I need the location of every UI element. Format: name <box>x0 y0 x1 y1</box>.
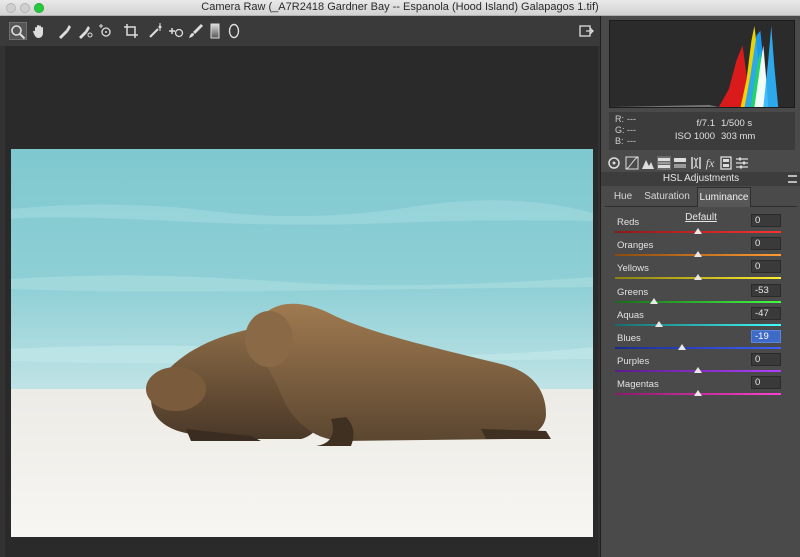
straighten-icon[interactable] <box>147 22 165 40</box>
aperture: f/7.1 <box>696 118 716 129</box>
slider-value-greens[interactable]: -53 <box>751 283 781 297</box>
r-value: --- <box>627 114 636 124</box>
panel-title: HSL Adjustments <box>662 173 740 184</box>
info-readout: R: --- G: --- B: --- f/7.1 1/500 s ISO 1000 3… <box>609 112 795 150</box>
slider-label-reds: Reds <box>617 217 640 228</box>
slider-thumb-purples[interactable] <box>694 367 702 374</box>
open-preferences-icon[interactable] <box>577 22 595 40</box>
camera-calibration-icon[interactable] <box>719 156 733 170</box>
tab-saturation[interactable]: Saturation <box>643 187 691 207</box>
graduated-filter-icon[interactable] <box>206 22 224 40</box>
slider-label-yellows: Yellows <box>617 263 649 275</box>
slider-value-yellows[interactable]: 0 <box>751 260 781 274</box>
iso: ISO 1000 <box>674 131 715 142</box>
target-adjust-icon[interactable] <box>96 22 114 40</box>
b-label: B: <box>615 136 624 146</box>
hsl-subtabs: Hue Saturation Luminance <box>605 187 797 207</box>
slider-value-magentas[interactable]: 0 <box>751 376 781 390</box>
adjustment-brush-icon[interactable] <box>187 22 205 40</box>
effects-icon[interactable]: fx <box>703 156 717 170</box>
presets-icon[interactable] <box>735 156 749 170</box>
slider-magentas: Magentas 0 <box>615 376 781 402</box>
split-toning-icon[interactable] <box>673 156 687 170</box>
detail-icon[interactable] <box>641 156 655 170</box>
slider-thumb-yellows[interactable] <box>694 274 702 281</box>
slider-value-oranges[interactable]: 0 <box>751 237 781 251</box>
slider-value-blues[interactable]: -19 <box>751 330 781 343</box>
slider-value-reds[interactable]: 0 <box>751 214 781 227</box>
preview-canvas[interactable] <box>5 46 598 557</box>
tab-luminance[interactable]: Luminance <box>697 187 751 207</box>
panel-menu-icon[interactable] <box>788 175 797 183</box>
hsl-icon[interactable] <box>657 156 671 170</box>
tone-curve-icon[interactable] <box>625 156 639 170</box>
slider-track-blues[interactable] <box>615 347 781 349</box>
color-sampler-icon[interactable] <box>76 22 94 40</box>
slider-track-greens[interactable] <box>615 300 781 303</box>
window-title: Camera Raw (_A7R2418 Gardner Bay -- Espa… <box>201 1 599 13</box>
slider-thumb-magentas[interactable] <box>694 390 702 397</box>
basic-icon[interactable] <box>607 156 621 170</box>
preview-image[interactable] <box>11 149 593 537</box>
slider-label-aquas: Aquas <box>617 309 644 321</box>
slider-track-aquas[interactable] <box>615 323 781 326</box>
rgb-readout: R: --- G: --- B: --- <box>615 114 655 147</box>
settings-panel: R: --- G: --- B: --- f/7.1 1/500 s ISO 1000 3… <box>600 16 800 557</box>
shutter-speed: 1/500 s <box>721 118 753 129</box>
lens-corrections-icon[interactable] <box>689 156 703 170</box>
title-bar: Camera Raw (_A7R2418 Gardner Bay -- Espa… <box>0 0 800 16</box>
slider-thumb-reds[interactable] <box>694 228 702 234</box>
slider-thumb-greens[interactable] <box>650 297 658 304</box>
r-label: R: <box>615 114 624 124</box>
histogram <box>609 20 795 108</box>
g-label: G: <box>615 125 625 135</box>
panel-tab-bar: fx <box>605 154 797 172</box>
zoom-tool-icon[interactable] <box>9 22 27 40</box>
radial-filter-icon[interactable] <box>225 22 243 40</box>
g-value: --- <box>627 125 636 135</box>
slider-thumb-oranges[interactable] <box>694 251 702 258</box>
spot-removal-icon[interactable] <box>167 22 185 40</box>
slider-label-blues: Blues <box>617 333 641 344</box>
slider-label-oranges: Oranges <box>617 240 654 252</box>
slider-thumb-aquas[interactable] <box>654 320 663 327</box>
b-value: --- <box>627 136 636 146</box>
panel-header: HSL Adjustments <box>601 172 800 186</box>
slider-value-purples[interactable]: 0 <box>751 353 781 367</box>
slider-label-magentas: Magentas <box>617 379 659 391</box>
crop-icon[interactable] <box>122 22 140 40</box>
tab-hue[interactable]: Hue <box>609 187 637 207</box>
focal-length: 303 mm <box>721 131 756 142</box>
white-balance-icon[interactable] <box>56 22 74 40</box>
slider-label-purples: Purples <box>617 356 650 368</box>
slider-thumb-blues[interactable] <box>678 344 687 350</box>
toolbar <box>0 16 600 46</box>
slider-value-aquas[interactable]: -47 <box>751 306 781 320</box>
hand-tool-icon[interactable] <box>30 22 48 40</box>
slider-label-greens: Greens <box>617 286 649 298</box>
exif-readout: f/7.1 1/500 s ISO 1000 303 mm <box>665 117 791 143</box>
